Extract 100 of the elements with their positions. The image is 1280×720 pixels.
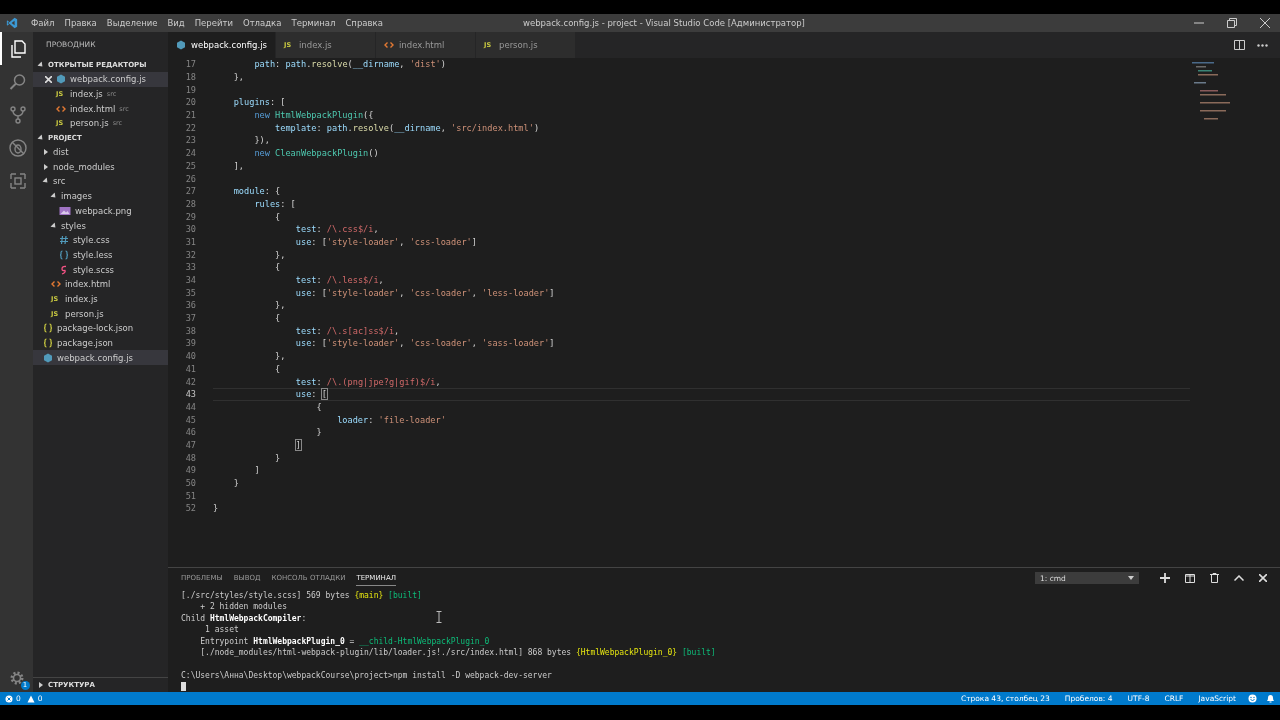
editor-tab[interactable]: index.html [376, 32, 476, 58]
line-number: 18 [184, 72, 197, 83]
terminal-cursor [181, 682, 186, 692]
code-line: } [233, 478, 239, 489]
tree-item[interactable]: styles [33, 218, 168, 233]
chevron-up-icon[interactable] [1234, 575, 1244, 581]
code-line: use: [ [295, 389, 327, 400]
code-line: }), [254, 135, 270, 146]
line-number: 45 [184, 414, 197, 425]
text-cursor-icon [436, 611, 442, 623]
hexagon-icon [56, 74, 66, 85]
braces-icon [43, 338, 53, 349]
braces-icon [43, 323, 53, 334]
code-line: path: path.resolve(__dirname, 'dist') [254, 59, 446, 70]
tree-item[interactable]: webpack.config.js [33, 350, 168, 366]
menu-item[interactable]: Правка [59, 18, 102, 28]
split-editor-icon[interactable] [1234, 40, 1245, 50]
logo-icon [6, 17, 18, 29]
line-number: 24 [184, 148, 197, 159]
line-number: 38 [184, 325, 197, 336]
trash-icon[interactable] [1210, 573, 1219, 583]
editor-tab[interactable]: webpack.config.js [168, 32, 276, 58]
bell-icon[interactable] [1266, 694, 1275, 703]
menu-item[interactable]: Терминал [286, 18, 341, 28]
code-line: new CleanWebpackPlugin() [254, 148, 379, 159]
branch-icon[interactable] [8, 105, 27, 124]
terminal-line: [./src/styles/style.scss] 569 bytes {main} [built] [181, 591, 422, 600]
line-number: 35 [184, 287, 197, 298]
line-number: 29 [184, 211, 197, 222]
braces-icon [59, 249, 69, 260]
open-editor-item[interactable]: webpack.config.js [33, 72, 168, 87]
line-number: 31 [184, 236, 197, 247]
smiley-icon[interactable] [1248, 694, 1257, 703]
line-number: 46 [184, 427, 197, 438]
close-icon[interactable] [1259, 574, 1267, 582]
tree-item[interactable]: webpack.png [33, 203, 168, 219]
menu-item[interactable]: Перейти [189, 18, 238, 28]
tree-item[interactable]: index.html [33, 276, 168, 292]
tree-item[interactable]: package-lock.json [33, 321, 168, 336]
menu-item[interactable]: Справка [340, 18, 388, 28]
code-line: template: path.resolve(__dirname, 'src/index.html') [275, 122, 540, 133]
plus-icon[interactable] [1160, 573, 1170, 583]
files-icon[interactable] [8, 39, 27, 58]
tree-item[interactable]: src [33, 174, 168, 189]
code-line: new HtmlWebpackPlugin({ [254, 110, 374, 121]
hash-icon [59, 235, 69, 246]
hexagon-icon [176, 40, 186, 50]
line-number: 28 [184, 198, 197, 209]
debug-icon[interactable] [8, 138, 27, 157]
line-number: 27 [184, 186, 197, 197]
hexagon-icon [43, 352, 53, 363]
line-number: 39 [184, 338, 197, 349]
tree-item[interactable]: node_modules [33, 159, 168, 175]
caret-icon [1128, 576, 1134, 580]
line-number: 21 [184, 110, 197, 121]
search-icon[interactable] [8, 72, 27, 91]
code-icon [384, 40, 394, 50]
code-line: module: { [233, 186, 281, 197]
restore-icon[interactable] [1227, 18, 1237, 28]
line-number: 51 [184, 490, 197, 501]
tree-item[interactable]: style.scss [33, 262, 168, 277]
code-line: }, [275, 300, 286, 311]
more-icon[interactable] [1257, 43, 1268, 47]
image-icon [59, 205, 71, 216]
terminal-line: + 2 hidden modules [199, 602, 287, 612]
menu-item[interactable]: Выделение [101, 18, 163, 28]
line-number: 49 [184, 465, 197, 476]
code-line: test: /\.css$/i, [295, 224, 379, 235]
tree-item[interactable]: style.css [33, 232, 168, 248]
tree-item[interactable]: style.less [33, 247, 168, 263]
code-line: use: ['style-loader', 'css-loader'] [295, 236, 477, 247]
settings-icon[interactable] [8, 670, 25, 686]
tree-item[interactable]: dist [33, 144, 168, 160]
menu-item[interactable]: Файл [26, 18, 60, 28]
tree-item[interactable]: images [33, 188, 168, 204]
window-title: webpack.config.js - project - Visual Studio Code [Администратор] [523, 18, 805, 28]
code-line: test: /\.less$/i, [295, 275, 384, 286]
code-line: } [275, 452, 281, 463]
line-number: 44 [184, 401, 197, 412]
menu-item[interactable]: Отладка [237, 18, 287, 28]
terminal-line: 1 asset [204, 625, 239, 635]
line-number: 34 [184, 275, 197, 286]
close-icon[interactable] [45, 75, 52, 83]
code-line: { [275, 211, 281, 222]
line-number: 20 [184, 97, 197, 108]
line-number: 41 [184, 363, 197, 374]
menu-item[interactable]: Вид [162, 18, 190, 28]
caret-icon [38, 682, 44, 688]
close-icon[interactable] [1260, 18, 1270, 28]
line-number: 32 [184, 249, 197, 260]
split-terminal-icon[interactable] [1185, 573, 1195, 583]
line-number: 36 [184, 300, 197, 311]
line-number: 47 [184, 439, 197, 450]
code-line: }, [275, 351, 286, 362]
code-line: } [316, 427, 322, 438]
terminal-line: [./node_modules/html-webpack-plugin/lib/loader.js!./src/index.html] 868 bytes {HtmlWebpackPlugin_0} [built] [199, 647, 716, 657]
warning-icon [26, 694, 35, 703]
extensions-icon[interactable] [8, 171, 27, 190]
tree-item[interactable]: package.json [33, 335, 168, 351]
code-icon [56, 103, 66, 114]
